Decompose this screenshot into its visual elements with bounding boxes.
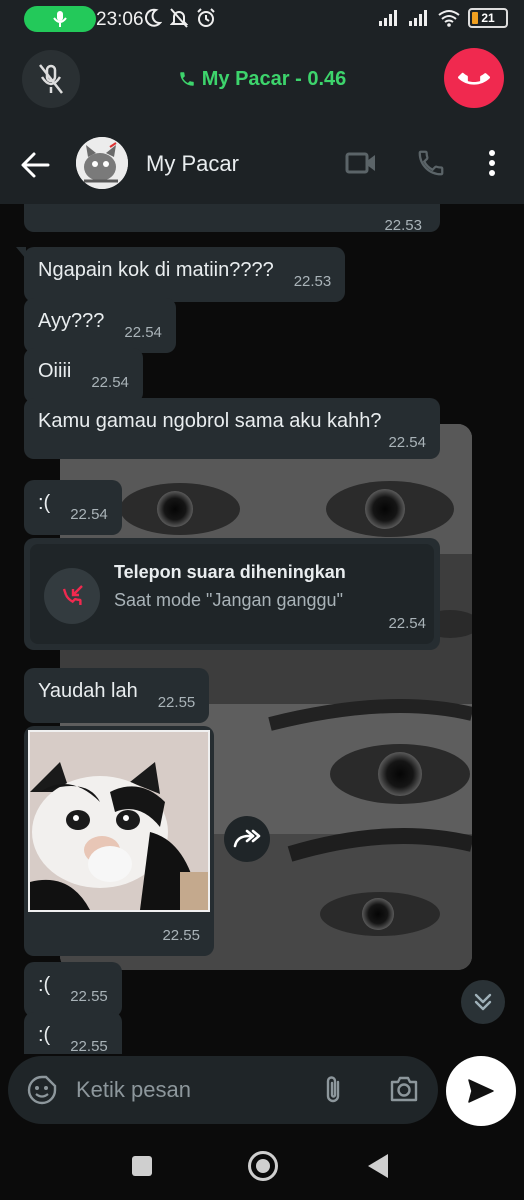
phone-icon[interactable]: [416, 148, 446, 178]
camera-icon[interactable]: [388, 1074, 420, 1104]
active-mic-indicator[interactable]: [24, 6, 96, 32]
avatar-image: [76, 137, 128, 189]
message-bubble[interactable]: :( 22.54: [24, 480, 122, 536]
message-text: :(: [38, 492, 51, 514]
message-text: Ngapain kok di matiin????: [38, 259, 274, 281]
message-text: :(: [38, 974, 51, 996]
message-composer: [8, 1056, 438, 1124]
message-time: 22.55: [162, 927, 200, 944]
send-icon: [468, 1079, 494, 1103]
message-time: 22.54: [124, 324, 162, 341]
forward-icon: [233, 829, 261, 848]
system-back-button[interactable]: [368, 1154, 388, 1178]
call-title-text: My Pacar - 0.46: [201, 68, 347, 90]
recents-button[interactable]: [132, 1156, 152, 1176]
message-bubble[interactable]: Yaudah lah 22.55: [24, 668, 210, 724]
moon-icon: [145, 8, 162, 27]
message-bubble[interactable]: Ngapain kok di matiin???? 22.53: [15, 247, 346, 303]
back-arrow-icon[interactable]: [18, 148, 52, 182]
end-call-icon: [458, 72, 490, 85]
system-navigation-bar: [0, 1132, 524, 1200]
message-time: 22.53: [384, 217, 422, 234]
status-time: 23:06: [96, 9, 144, 30]
ongoing-call-bar[interactable]: My Pacar - 0.46: [0, 38, 524, 124]
message-time: 22.54: [388, 615, 426, 632]
battery-level: 21: [481, 11, 495, 25]
signal-icon: [379, 10, 397, 26]
video-icon[interactable]: [345, 150, 377, 176]
alarm-icon: [197, 8, 215, 27]
send-button[interactable]: [446, 1056, 516, 1126]
signal-icon: [409, 10, 427, 26]
message-time: 22.53: [293, 273, 332, 290]
cat-photo: [30, 732, 208, 910]
message-time: 22.54: [70, 506, 108, 523]
sticker-icon[interactable]: [26, 1074, 58, 1106]
bell-off-icon: [170, 8, 188, 28]
silenced-call-card[interactable]: Telepon suara diheningkan Saat mode "Jan…: [24, 538, 440, 650]
message-time: 22.55: [70, 988, 108, 1005]
message-time: 22.54: [91, 374, 129, 391]
phone-icon: [179, 72, 194, 86]
message-bubble[interactable]: 22.53: [24, 204, 440, 234]
message-bubble[interactable]: Kamu gamau ngobrol sama aku kahh? 22.54: [24, 398, 440, 460]
status-bar: 23:06 21: [0, 0, 524, 38]
end-call-button[interactable]: [444, 48, 504, 108]
status-icons-left: [144, 8, 216, 28]
battery-icon: 21: [468, 8, 508, 28]
message-text: Oiiii: [38, 360, 72, 382]
message-text: Yaudah lah: [38, 680, 138, 702]
avatar[interactable]: [76, 137, 128, 189]
message-text: :(: [38, 1024, 51, 1046]
message-text: Kamu gamau ngobrol sama aku kahh?: [38, 410, 382, 432]
attach-icon[interactable]: [320, 1074, 348, 1106]
chevron-double-down-icon: [474, 993, 492, 1011]
mic-icon: [53, 11, 67, 27]
contact-name[interactable]: My Pacar: [146, 151, 239, 177]
forward-button[interactable]: [224, 816, 270, 862]
message-bubble[interactable]: Oiiii 22.54: [24, 348, 143, 404]
wifi-icon: [438, 10, 460, 27]
message-input[interactable]: [76, 1076, 296, 1104]
image-message[interactable]: 22.55: [24, 726, 214, 956]
message-time: 22.55: [70, 1038, 108, 1054]
message-bubble[interactable]: Ayy??? 22.54: [24, 298, 176, 354]
call-card-title: Telepon suara diheningkan: [114, 562, 346, 582]
message-text: Ayy???: [38, 310, 105, 332]
message-bubble[interactable]: :( 22.55: [24, 962, 122, 1018]
call-card-subtitle: Saat mode "Jangan ganggu": [114, 590, 343, 610]
silenced-call-content: Telepon suara diheningkan Saat mode "Jan…: [30, 544, 434, 644]
status-icons-right: 21: [378, 8, 508, 28]
scroll-to-bottom-button[interactable]: [461, 980, 505, 1024]
home-button[interactable]: [248, 1151, 278, 1181]
more-vert-icon[interactable]: [480, 148, 504, 178]
message-bubble[interactable]: :( 22.55: [24, 1012, 122, 1054]
message-time: 22.55: [157, 694, 196, 711]
chat-messages[interactable]: 22.53 Ngapain kok di matiin???? 22.53 Ayy…: [0, 204, 524, 1054]
cat-sticker-image[interactable]: [28, 730, 210, 912]
message-time: 22.54: [388, 434, 426, 451]
missed-call-icon: [44, 568, 100, 624]
chat-header: My Pacar: [0, 124, 524, 204]
